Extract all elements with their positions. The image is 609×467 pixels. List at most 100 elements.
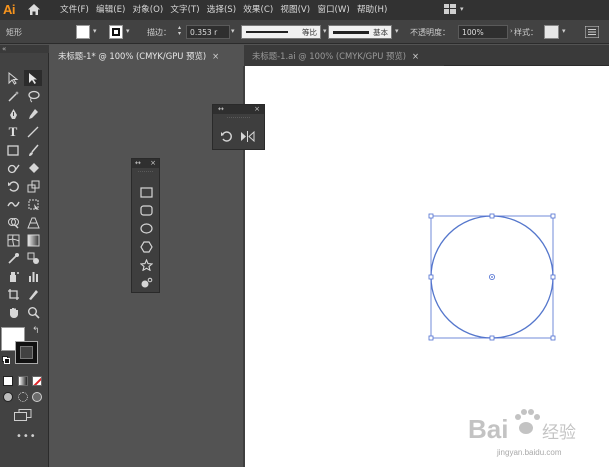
chevron-down-icon[interactable]: ▾ (231, 27, 235, 35)
menu-item-0[interactable]: 文件(F) (60, 3, 89, 15)
close-icon[interactable]: × (212, 51, 219, 61)
shaper-tool[interactable] (4, 160, 22, 176)
column-graph-tool[interactable] (24, 268, 42, 284)
star-icon[interactable] (140, 259, 153, 271)
shape-builder-tool[interactable] (4, 214, 22, 230)
swap-icon[interactable]: ↰ (32, 326, 40, 336)
opacity-label[interactable]: 不透明度： (410, 27, 450, 38)
none-mode-button[interactable] (32, 376, 42, 386)
brush-definition[interactable]: 基本 (328, 25, 392, 39)
menu-item-3[interactable]: 文字(T) (170, 3, 199, 15)
tab-document-2[interactable]: 未标题-1.ai @ 100% (CMYK/GPU 预览) × (244, 45, 444, 66)
brush-label: 基本 (373, 28, 388, 37)
home-icon[interactable] (27, 3, 41, 16)
gradient-tool[interactable] (24, 232, 42, 248)
flare-icon[interactable] (140, 277, 153, 289)
free-transform-tool[interactable] (24, 196, 42, 212)
tab-document-1[interactable]: 未标题-1* @ 100% (CMYK/GPU 预览) × (50, 45, 244, 66)
rounded-rectangle-icon[interactable] (140, 205, 153, 216)
workspace-switcher[interactable]: ▾ (444, 4, 464, 14)
warp-tool[interactable] (4, 196, 22, 212)
mesh-tool[interactable] (4, 232, 22, 248)
close-icon[interactable]: × (150, 159, 156, 167)
opacity-field[interactable]: 100% (458, 25, 508, 39)
draw-inside-icon[interactable] (32, 392, 42, 402)
panel-menu-icon[interactable] (585, 26, 599, 38)
rotate-tool[interactable] (4, 178, 22, 194)
menu-item-1[interactable]: 编辑(E) (96, 3, 125, 15)
perspective-grid-tool[interactable] (24, 214, 42, 230)
rotate-icon[interactable] (220, 130, 233, 143)
menu-item-7[interactable]: 窗口(W) (317, 3, 349, 15)
panel-header[interactable]: ↔ × (132, 159, 159, 168)
menu-item-2[interactable]: 对象(O) (133, 3, 164, 15)
chevron-right-icon[interactable]: › (510, 27, 513, 35)
menu-item-6[interactable]: 视图(V) (280, 3, 310, 15)
draw-normal-icon[interactable] (3, 392, 13, 402)
draw-behind-icon[interactable] (18, 392, 28, 402)
stepper-icon[interactable]: ▴ ▾ (178, 25, 181, 37)
eraser-tool[interactable] (24, 160, 42, 176)
rectangle-tool[interactable] (4, 142, 22, 158)
lasso-tool[interactable] (24, 88, 42, 104)
fill-swatch[interactable] (76, 25, 90, 39)
type-tool[interactable]: T (4, 124, 22, 140)
paintbrush-icon (28, 144, 39, 156)
chevron-down-icon[interactable]: ▾ (562, 27, 566, 35)
chevron-down-icon[interactable]: ▾ (126, 27, 130, 35)
menu-item-5[interactable]: 效果(C) (243, 3, 273, 15)
gradient-mode-button[interactable] (18, 376, 28, 386)
arrow-filled-icon (29, 72, 37, 84)
direct-selection-tool[interactable] (24, 70, 42, 86)
chevron-down-icon[interactable]: ▾ (323, 27, 327, 35)
paw-icon (515, 409, 540, 434)
panel-grip[interactable] (138, 168, 153, 172)
curvature-tool[interactable] (24, 106, 42, 122)
selection-tool[interactable] (4, 70, 22, 86)
tools-panel: « T ↰ ••• (0, 45, 49, 467)
symbol-sprayer-icon (9, 271, 19, 282)
paintbrush-tool[interactable] (24, 142, 42, 158)
menu-item-8[interactable]: 帮助(H) (357, 3, 387, 15)
magic-wand-tool[interactable] (4, 88, 22, 104)
symbol-sprayer-tool[interactable] (4, 268, 22, 284)
more-tools-icon[interactable]: ••• (16, 431, 37, 442)
graphic-style-swatch[interactable] (544, 25, 559, 39)
ellipse-icon[interactable] (140, 223, 153, 234)
expand-icon[interactable]: ↔ (135, 159, 141, 167)
eyedropper-tool[interactable] (4, 250, 22, 266)
close-icon[interactable]: × (412, 51, 419, 61)
zoom-icon (27, 306, 40, 319)
shaper-icon (7, 164, 20, 173)
stroke-label[interactable]: 描边： (147, 27, 171, 38)
stroke-swatch[interactable] (109, 25, 123, 39)
color-mode-button[interactable] (3, 376, 13, 386)
polygon-icon[interactable] (140, 241, 153, 253)
shape-tools-panel: ↔ × (131, 158, 160, 293)
hand-tool[interactable] (4, 304, 22, 320)
stroke-weight-field[interactable]: 0.353 r (186, 25, 230, 39)
default-colors-icon[interactable] (2, 356, 10, 364)
panel-grip[interactable] (227, 114, 250, 118)
variable-width-profile[interactable]: 等比 (241, 25, 321, 39)
slice-tool[interactable] (24, 286, 42, 302)
artboard-tool[interactable] (4, 286, 22, 302)
scale-tool[interactable] (24, 178, 42, 194)
screen-mode-icon[interactable] (14, 409, 32, 421)
line-segment-tool[interactable] (24, 124, 42, 140)
stroke-color-box[interactable] (15, 341, 38, 364)
perspective-grid-icon (26, 217, 40, 228)
menu-item-4[interactable]: 选择(S) (207, 3, 236, 15)
close-icon[interactable]: × (254, 105, 260, 113)
expand-icon[interactable]: ↔ (218, 105, 224, 113)
collapse-icon[interactable]: « (0, 45, 49, 53)
rectangle-icon[interactable] (140, 187, 153, 198)
panel-header[interactable]: ↔ × (213, 105, 264, 114)
chevron-down-icon[interactable]: ▾ (93, 27, 97, 35)
blend-tool[interactable] (24, 250, 42, 266)
chevron-down-icon[interactable]: ▾ (395, 27, 399, 35)
reflect-icon[interactable] (240, 130, 255, 143)
pen-tool[interactable] (4, 106, 22, 122)
watermark-text: Bai (468, 414, 508, 444)
zoom-tool[interactable] (24, 304, 42, 320)
